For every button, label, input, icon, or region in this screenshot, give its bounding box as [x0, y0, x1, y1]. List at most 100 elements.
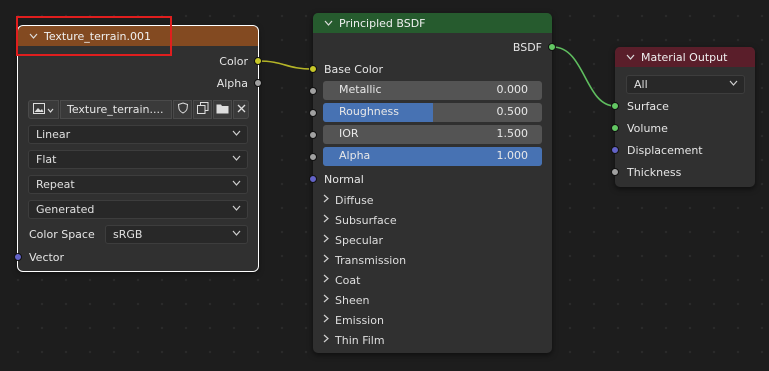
input-base-color-socket[interactable]	[309, 65, 317, 73]
input-normal-label: Normal	[324, 172, 364, 186]
input-thickness-socket[interactable]	[611, 168, 619, 176]
input-surface-label: Surface	[627, 99, 669, 113]
bsdf-node-header[interactable]: Principled BSDF	[313, 13, 552, 33]
bsdf-node-title: Principled BSDF	[339, 16, 426, 30]
panel-specular-label: Specular	[335, 233, 384, 247]
projection-dropdown[interactable]: Flat	[28, 150, 248, 169]
input-vector-socket[interactable]	[14, 253, 22, 261]
chevron-right-icon	[323, 214, 335, 226]
panel-transmission-label: Transmission	[335, 253, 407, 267]
chevron-down-icon	[232, 204, 241, 214]
input-alpha-socket[interactable]	[309, 153, 317, 161]
panel-sheen-label: Sheen	[335, 293, 370, 307]
output-color-row: Color	[219, 52, 248, 70]
duplicate-image-button[interactable]	[193, 100, 212, 119]
input-metallic-socket[interactable]	[309, 87, 317, 95]
chevron-down-icon	[232, 154, 241, 164]
target-dropdown[interactable]: All	[626, 75, 745, 94]
source-dropdown[interactable]: Generated	[28, 200, 248, 219]
chevron-down-icon[interactable]	[321, 20, 335, 26]
interpolation-value: Linear	[36, 128, 71, 141]
color-space-value: sRGB	[113, 228, 143, 241]
chevron-down-icon	[47, 103, 54, 116]
image-name-field[interactable]: Texture_terrain....	[60, 100, 172, 119]
input-base-color-row: Base Color	[324, 60, 383, 78]
chevron-down-icon	[232, 229, 241, 239]
image-browse-button[interactable]	[28, 100, 59, 119]
panel-diffuse-label: Diffuse	[335, 193, 374, 207]
input-displacement-socket[interactable]	[611, 146, 619, 154]
input-volume-socket[interactable]	[611, 124, 619, 132]
output-node-header[interactable]: Material Output	[615, 47, 755, 67]
source-value: Generated	[36, 203, 95, 216]
chevron-down-icon	[729, 79, 738, 89]
alpha-slider[interactable]: Alpha 1.000	[323, 147, 542, 166]
input-normal-socket[interactable]	[309, 175, 317, 183]
panel-sheen[interactable]: Sheen	[323, 291, 369, 309]
input-roughness-socket[interactable]	[309, 109, 317, 117]
unlink-image-button[interactable]	[233, 100, 249, 119]
title-highlight-box	[16, 16, 172, 56]
color-space-dropdown[interactable]: sRGB	[105, 225, 248, 244]
output-bsdf-socket[interactable]	[548, 43, 556, 51]
close-icon	[237, 103, 246, 116]
chevron-down-icon	[232, 179, 241, 189]
roughness-slider[interactable]: Roughness 0.500	[323, 103, 542, 122]
panel-specular[interactable]: Specular	[323, 231, 383, 249]
input-ior-socket[interactable]	[309, 131, 317, 139]
chevron-right-icon	[323, 234, 335, 246]
image-selector: Texture_terrain....	[28, 100, 249, 119]
panel-emission-label: Emission	[335, 313, 384, 327]
input-surface-socket[interactable]	[611, 102, 619, 110]
projection-value: Flat	[36, 153, 57, 166]
material-output-node[interactable]: Material Output All Surface Volume Displ…	[611, 47, 755, 187]
metallic-value: 0.000	[496, 83, 529, 96]
chevron-down-icon[interactable]	[623, 54, 637, 60]
input-displacement-label: Displacement	[627, 143, 703, 157]
alpha-value: 1.000	[496, 149, 529, 162]
panel-transmission[interactable]: Transmission	[323, 251, 406, 269]
image-icon	[33, 102, 45, 117]
color-space-row: Color Space	[29, 225, 95, 243]
link-bsdf-to-surface[interactable]	[552, 46, 616, 107]
input-volume-row: Volume	[627, 119, 668, 137]
alpha-label: Alpha	[339, 149, 371, 162]
fake-user-button[interactable]	[173, 100, 192, 119]
output-color-socket[interactable]	[254, 57, 262, 65]
chevron-right-icon	[323, 294, 335, 306]
panel-thin-film[interactable]: Thin Film	[323, 331, 385, 349]
panel-diffuse[interactable]: Diffuse	[323, 191, 374, 209]
chevron-right-icon	[323, 254, 335, 266]
output-bsdf-label: BSDF	[512, 40, 542, 54]
open-image-button[interactable]	[213, 100, 232, 119]
folder-icon	[216, 103, 229, 117]
panel-subsurface[interactable]: Subsurface	[323, 211, 397, 229]
ior-value: 1.500	[496, 127, 529, 140]
image-texture-node[interactable]: Texture_terrain.001 Color Alpha Texture_…	[14, 25, 262, 272]
link-color-to-base-color[interactable]	[257, 60, 314, 70]
principled-bsdf-node[interactable]: Principled BSDF BSDF Base Color Metallic…	[309, 13, 556, 353]
interpolation-dropdown[interactable]: Linear	[28, 125, 248, 144]
input-surface-row: Surface	[627, 97, 669, 115]
input-base-color-label: Base Color	[324, 62, 384, 76]
output-bsdf-row: BSDF	[513, 38, 542, 56]
panel-emission[interactable]: Emission	[323, 311, 384, 329]
metallic-slider[interactable]: Metallic 0.000	[323, 81, 542, 100]
panel-subsurface-label: Subsurface	[335, 213, 397, 227]
duplicate-icon	[196, 102, 209, 117]
chevron-right-icon	[323, 194, 335, 206]
input-vector-row: Vector	[29, 248, 64, 266]
chevron-right-icon	[323, 334, 335, 346]
shield-icon	[177, 102, 189, 117]
panel-thin-film-label: Thin Film	[335, 333, 385, 347]
input-thickness-label: Thickness	[627, 165, 682, 179]
image-name: Texture_terrain....	[67, 103, 164, 116]
output-color-label: Color	[219, 54, 248, 68]
roughness-value: 0.500	[496, 105, 529, 118]
panel-coat[interactable]: Coat	[323, 271, 360, 289]
extension-dropdown[interactable]: Repeat	[28, 175, 248, 194]
chevron-right-icon	[323, 314, 335, 326]
output-alpha-label: Alpha	[216, 76, 248, 90]
ior-slider[interactable]: IOR 1.500	[323, 125, 542, 144]
output-alpha-socket[interactable]	[254, 79, 262, 87]
